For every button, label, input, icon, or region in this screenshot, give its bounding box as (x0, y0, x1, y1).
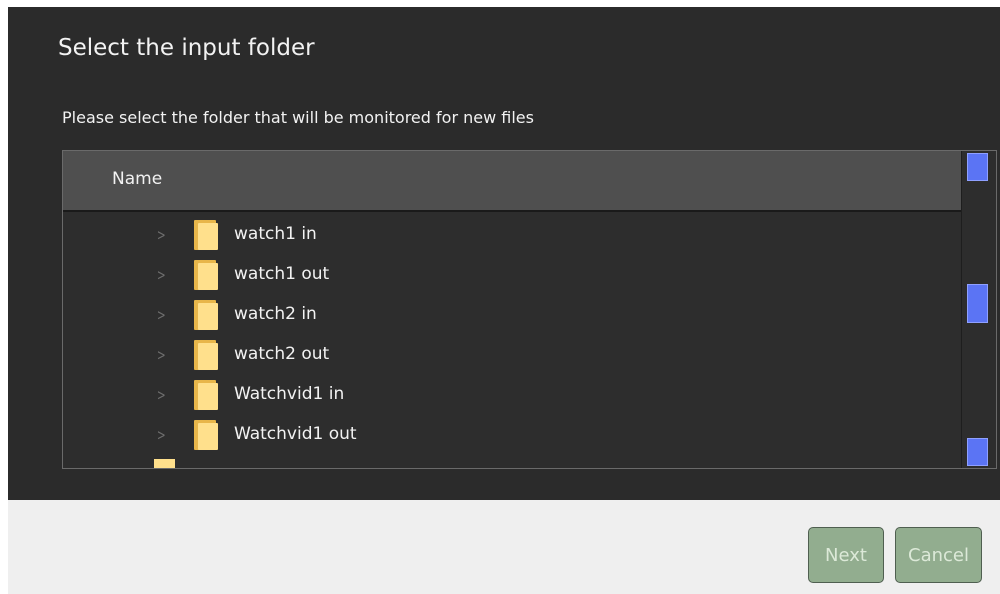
folder-icon (194, 300, 218, 330)
tree-row-label: Watchvid1 in (234, 384, 345, 404)
chevron-right-icon[interactable]: > (157, 386, 166, 404)
chevron-right-icon[interactable]: > (157, 346, 166, 364)
folder-icon (194, 420, 218, 450)
tree-row-label: watch2 out (234, 344, 330, 364)
name-column-label: Name (112, 169, 163, 189)
chevron-right-icon[interactable]: > (157, 306, 166, 324)
select-folder-dialog: Select the input folder Please select th… (8, 7, 1000, 594)
tree-row[interactable]: > watch1 out (63, 255, 961, 295)
chevron-right-icon[interactable]: > (157, 226, 166, 244)
next-button[interactable]: Next (808, 527, 884, 583)
folder-icon (194, 380, 218, 410)
folder-icon (194, 340, 218, 370)
tree-row[interactable]: > watch1 in (63, 215, 961, 255)
tree-row[interactable]: > watch2 in (63, 295, 961, 335)
scroll-up-button[interactable] (967, 153, 988, 181)
partial-folder-icon (154, 459, 175, 468)
tree-column-header[interactable]: Name (63, 151, 961, 212)
tree-row-label: watch1 in (234, 224, 317, 244)
scrollbar-thumb[interactable] (967, 284, 988, 323)
tree-row[interactable]: > Watchvid1 out (63, 415, 961, 455)
folder-tree[interactable]: Name > watch1 in > watch1 out > watch2 i… (62, 150, 997, 469)
folder-icon (194, 260, 218, 290)
dialog-footer: Next Cancel (8, 500, 1000, 594)
chevron-right-icon[interactable]: > (157, 426, 166, 444)
tree-row-label: watch1 out (234, 264, 330, 284)
tree-row[interactable]: > watch2 out (63, 335, 961, 375)
dialog-subtitle: Please select the folder that will be mo… (62, 108, 534, 127)
dialog-content-panel: Select the input folder Please select th… (8, 7, 1000, 500)
tree-row-label: Watchvid1 out (234, 424, 357, 444)
tree-rows: > watch1 in > watch1 out > watch2 in > w… (63, 215, 961, 455)
tree-row-label: watch2 in (234, 304, 317, 324)
cancel-button[interactable]: Cancel (895, 527, 982, 583)
folder-icon (194, 220, 218, 250)
scroll-down-button[interactable] (967, 438, 988, 466)
tree-scrollbar[interactable] (961, 151, 996, 468)
dialog-title: Select the input folder (58, 35, 315, 61)
tree-row[interactable]: > Watchvid1 in (63, 375, 961, 415)
chevron-right-icon[interactable]: > (157, 266, 166, 284)
